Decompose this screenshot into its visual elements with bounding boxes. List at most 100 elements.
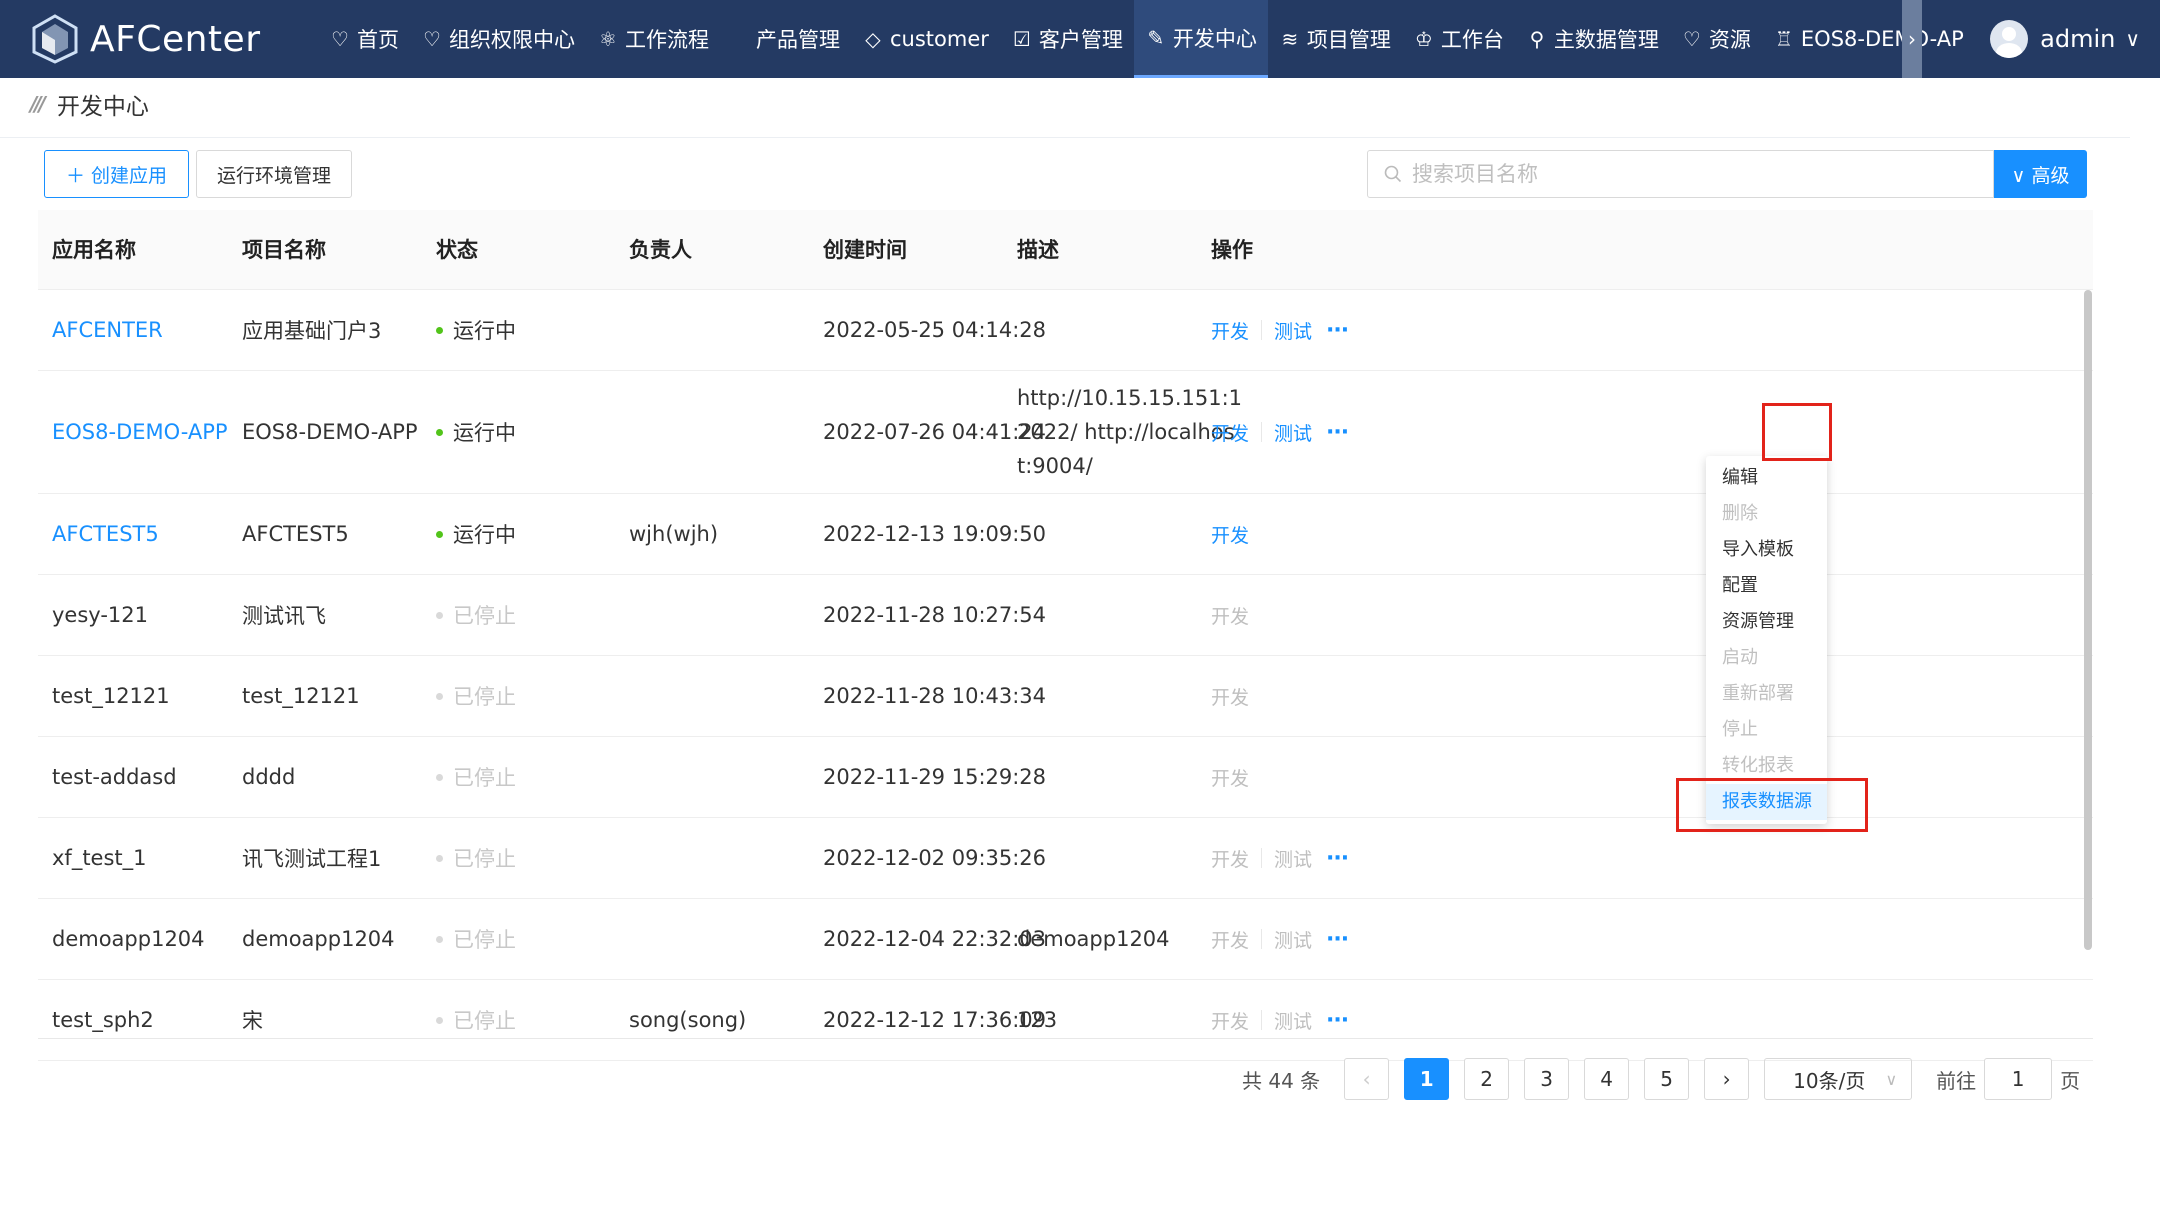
develop-link[interactable]: 开发 bbox=[1211, 419, 1249, 446]
status-dot bbox=[436, 611, 443, 619]
more-actions-icon[interactable]: ··· bbox=[1326, 846, 1349, 871]
nav-label: 主数据管理 bbox=[1553, 28, 1659, 52]
nav-item[interactable]: ✎ 开发中心 bbox=[1133, 0, 1268, 78]
develop-link[interactable]: 开发 bbox=[1211, 764, 1249, 791]
dropdown-item[interactable]: 停止 bbox=[1706, 712, 1827, 748]
develop-link[interactable]: 开发 bbox=[1211, 317, 1249, 344]
nav-label: 客户管理 bbox=[1038, 28, 1123, 52]
nav-item[interactable]: 产品管理 bbox=[720, 0, 851, 78]
divider bbox=[1261, 320, 1263, 340]
goto-label: 前往 bbox=[1936, 1068, 1977, 1093]
page-button[interactable]: 3 bbox=[1524, 1058, 1570, 1100]
avatar bbox=[1990, 20, 2029, 58]
status-text: 已停止 bbox=[453, 604, 516, 628]
advanced-search-button[interactable]: ∨ 高级 bbox=[1994, 150, 2087, 198]
nav-item[interactable]: ≋ 项目管理 bbox=[1268, 0, 1402, 78]
nav-item[interactable]: ♡ 组织权限中心 bbox=[410, 0, 586, 78]
nav-icon: ⚲ bbox=[1529, 27, 1545, 51]
more-actions-icon[interactable]: ··· bbox=[1326, 927, 1349, 952]
test-link[interactable]: 测试 bbox=[1274, 317, 1312, 344]
user-menu[interactable]: admin ∨ bbox=[1990, 0, 2140, 78]
project-name-cell: test_12121 bbox=[242, 684, 360, 708]
column-header: 状态 bbox=[436, 238, 478, 262]
dropdown-item[interactable]: 重新部署 bbox=[1706, 676, 1827, 712]
page-size-select[interactable]: 10条/页 ∨ bbox=[1764, 1058, 1913, 1100]
develop-link[interactable]: 开发 bbox=[1211, 1007, 1249, 1034]
goto-page-input[interactable] bbox=[1984, 1058, 2053, 1100]
page-list: 12345 bbox=[1404, 1058, 1704, 1100]
search-input[interactable] bbox=[1412, 162, 1993, 186]
app-name-cell: xf_test_1 bbox=[52, 846, 147, 870]
dropdown-item[interactable]: 报表数据源 bbox=[1706, 784, 1827, 820]
nav-item[interactable]: ☑ 客户管理 bbox=[1000, 0, 1134, 78]
create-app-button[interactable]: ＋ 创建应用 bbox=[44, 150, 189, 198]
nav-item[interactable]: ♔ 工作台 bbox=[1402, 0, 1515, 78]
nav-item[interactable]: ⚛ 工作流程 bbox=[586, 0, 720, 78]
dropdown-item[interactable]: 编辑 bbox=[1706, 460, 1827, 496]
column-header: 负责人 bbox=[629, 238, 692, 262]
logo-text: AFCenter bbox=[90, 18, 261, 60]
nav-icon: ♡ bbox=[331, 27, 349, 51]
chevron-down-icon: ∨ bbox=[1885, 1069, 1898, 1089]
test-link[interactable]: 测试 bbox=[1274, 926, 1312, 953]
test-link[interactable]: 测试 bbox=[1274, 419, 1312, 446]
logo[interactable]: AFCenter bbox=[32, 14, 261, 64]
nav-icon: ✎ bbox=[1147, 25, 1165, 50]
more-actions-icon[interactable]: ··· bbox=[1326, 318, 1349, 343]
page-button[interactable]: 4 bbox=[1584, 1058, 1630, 1100]
app-name-cell[interactable]: AFCTEST5 bbox=[52, 494, 159, 574]
project-name-cell: demoapp1204 bbox=[242, 927, 395, 951]
nav-item[interactable]: ♡ 资源 bbox=[1670, 0, 1762, 78]
page-size-value: 10条/页 bbox=[1793, 1068, 1866, 1093]
status-text: 已停止 bbox=[453, 928, 516, 952]
nav-item[interactable]: ♖ EOS8-DEMO-AP bbox=[1762, 0, 1975, 78]
breadcrumb: /// 开发中心 bbox=[30, 88, 149, 120]
app-name-cell: demoapp1204 bbox=[52, 927, 205, 951]
test-link[interactable]: 测试 bbox=[1274, 845, 1312, 872]
develop-link[interactable]: 开发 bbox=[1211, 602, 1249, 629]
nav-item[interactable]: ⚲ 主数据管理 bbox=[1515, 0, 1670, 78]
develop-link[interactable]: 开发 bbox=[1211, 926, 1249, 953]
search-box bbox=[1367, 150, 1994, 198]
owner-cell: wjh(wjh) bbox=[629, 522, 719, 546]
dropdown-item[interactable]: 转化报表 bbox=[1706, 748, 1827, 784]
develop-link[interactable]: 开发 bbox=[1211, 521, 1249, 548]
page-suffix: 页 bbox=[2060, 1068, 2081, 1093]
nav-scroll-right-icon[interactable]: › bbox=[1902, 0, 1922, 78]
dropdown-item[interactable]: 导入模板 bbox=[1706, 532, 1827, 568]
nav-label: 组织权限中心 bbox=[449, 28, 575, 52]
next-page-button[interactable]: › bbox=[1704, 1058, 1750, 1100]
app-name-cell[interactable]: EOS8-DEMO-APP bbox=[52, 371, 228, 493]
nav-item[interactable]: ♡ 首页 bbox=[318, 0, 410, 78]
nav-label: 产品管理 bbox=[756, 28, 840, 52]
status-dot bbox=[436, 1016, 443, 1024]
app-name-cell: test-addasd bbox=[52, 765, 177, 789]
app-name-cell[interactable]: AFCENTER bbox=[52, 290, 163, 370]
nav-item[interactable]: ◇ customer bbox=[851, 0, 1000, 78]
develop-link[interactable]: 开发 bbox=[1211, 683, 1249, 710]
more-actions-icon[interactable]: ··· bbox=[1326, 1008, 1349, 1033]
table-header: 应用名称 项目名称 状态 负责人 创建时间 描述 操作 bbox=[38, 210, 2093, 290]
actions-cell: 开发 bbox=[1211, 575, 1249, 655]
page-button[interactable]: 2 bbox=[1464, 1058, 1510, 1100]
dropdown-item[interactable]: 配置 bbox=[1706, 568, 1827, 604]
more-actions-icon[interactable]: ··· bbox=[1326, 420, 1349, 445]
page-button[interactable]: 1 bbox=[1404, 1058, 1450, 1100]
page-button[interactable]: 5 bbox=[1644, 1058, 1690, 1100]
created-time-cell: 2022-05-25 04:14:28 bbox=[823, 318, 1047, 342]
nav-icon: ♡ bbox=[423, 27, 441, 51]
nav-icon: ◇ bbox=[865, 27, 881, 51]
actions-cell: 开发 测试 ··· bbox=[1211, 980, 1349, 1060]
test-link[interactable]: 测试 bbox=[1274, 1007, 1312, 1034]
dropdown-item[interactable]: 启动 bbox=[1706, 640, 1827, 676]
created-time-cell: 2022-07-26 04:41:24 bbox=[823, 420, 1047, 444]
divider bbox=[1261, 1010, 1263, 1030]
dropdown-item[interactable]: 删除 bbox=[1706, 496, 1827, 532]
nav-icon: ☑ bbox=[1012, 27, 1031, 51]
env-management-button[interactable]: 运行环境管理 bbox=[196, 150, 352, 198]
develop-link[interactable]: 开发 bbox=[1211, 845, 1249, 872]
dropdown-item[interactable]: 资源管理 bbox=[1706, 604, 1827, 640]
prev-page-button[interactable]: ‹ bbox=[1344, 1058, 1390, 1100]
nav-label: 项目管理 bbox=[1306, 28, 1391, 52]
scrollbar[interactable] bbox=[2084, 290, 2092, 950]
